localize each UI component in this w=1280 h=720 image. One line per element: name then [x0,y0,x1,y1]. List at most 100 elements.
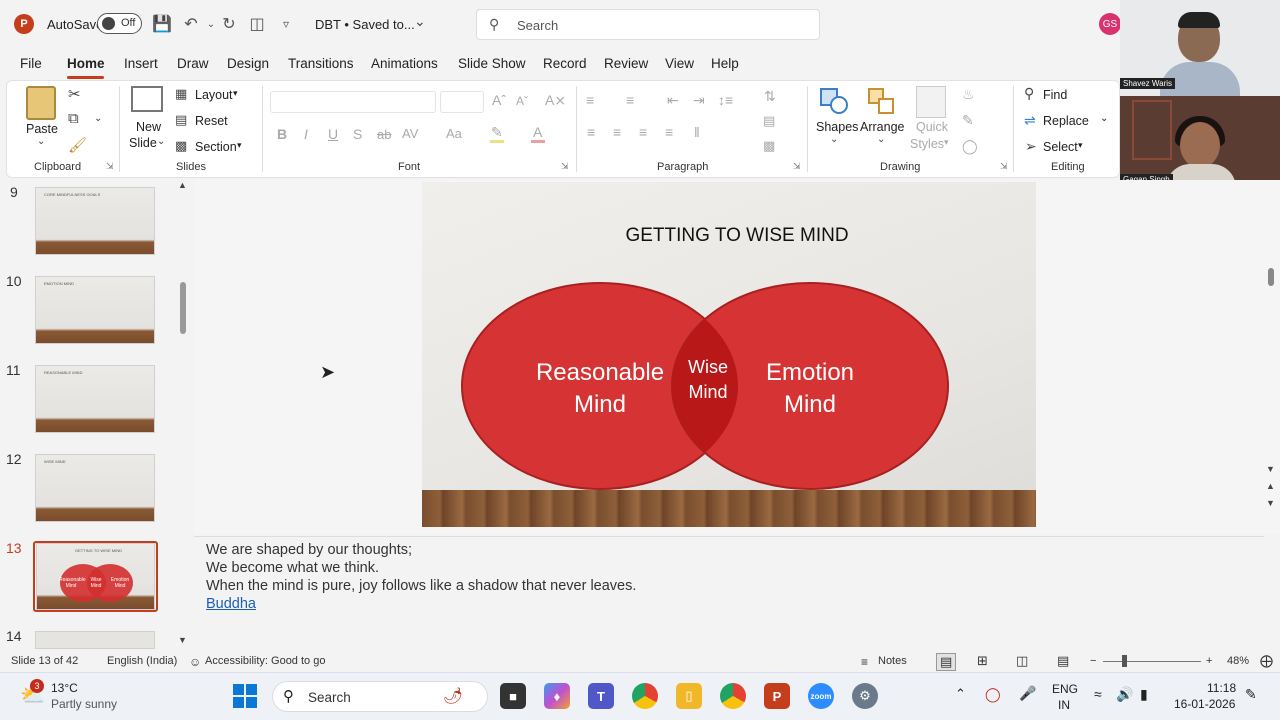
battery-icon[interactable]: ▮ [1140,686,1148,703]
quick-styles-chevron-icon[interactable]: ▾ [944,137,949,148]
undo-icon[interactable]: ↶ [180,13,202,35]
bullets-icon[interactable]: ≡ [586,92,594,108]
shape-fill-icon[interactable]: ♨ [962,86,975,103]
chevron-down-icon[interactable]: ⌄ [414,13,426,30]
chrome-profile-icon[interactable] [720,683,746,709]
zoom-app-icon[interactable]: zoom [808,683,834,709]
venn-diagram[interactable]: Reasonable Mind Wise Mind Emotion Mind [422,182,1036,527]
paste-chevron-icon[interactable]: ⌄ [37,136,45,147]
language-indicator[interactable]: English (India) [107,655,177,667]
new-slide-icon[interactable] [131,86,163,112]
tab-slide-show[interactable]: Slide Show [458,56,526,71]
paragraph-dialog-launcher-icon[interactable]: ⇲ [793,161,801,172]
slide-thumbnail-9[interactable]: CORE MINDFULNESS GOALS [35,187,155,255]
paste-button[interactable]: Paste [26,122,58,136]
quick-styles-icon[interactable] [916,86,946,118]
weather-temp[interactable]: 13°C [51,681,78,695]
chrome-icon[interactable] [632,683,658,709]
fit-slide-icon[interactable]: ⨁ [1260,653,1273,669]
align-left-icon[interactable]: ≡ [587,124,595,140]
drawing-dialog-launcher-icon[interactable]: ⇲ [1000,161,1008,172]
copilot-icon[interactable]: ♦ [544,683,570,709]
highlight-icon[interactable]: ✎ [491,124,503,141]
slide-show-icon[interactable]: ▤ [1057,653,1069,669]
save-icon[interactable]: 💾 [151,13,173,35]
italic-icon[interactable]: I [304,126,308,142]
tab-design[interactable]: Design [227,56,269,71]
tab-draw[interactable]: Draw [177,56,209,71]
layout-button[interactable]: Layout [195,88,233,102]
copy-chevron-icon[interactable]: ⌄ [94,113,102,124]
tab-insert[interactable]: Insert [124,56,158,71]
align-center-icon[interactable]: ≡ [613,124,621,140]
text-shadow-icon[interactable]: S [353,126,362,142]
reset-icon[interactable]: ▤ [175,112,187,128]
underline-icon[interactable]: U [328,126,338,142]
thumbnail-scrollbar[interactable]: ▲ ▼ [178,180,190,650]
line-spacing-icon[interactable]: ↕≡ [718,92,733,108]
cut-icon[interactable]: ✂ [68,85,81,103]
scrollbar-thumb[interactable] [180,282,186,334]
language-eng[interactable]: ENG [1052,682,1078,696]
text-direction-icon[interactable]: ⇅ [764,88,776,105]
font-name-box[interactable] [270,91,436,113]
dialog-launcher-icon[interactable]: ⇲ [106,161,114,172]
replace-icon[interactable]: ⇌ [1024,112,1036,129]
volume-icon[interactable]: 🔊 [1116,686,1133,703]
change-case-icon[interactable]: Aa [446,126,462,141]
settings-gear-icon[interactable]: ⚙ [852,683,878,709]
slide-counter[interactable]: Slide 13 of 42 [11,655,78,667]
redo-icon[interactable]: ↻ [218,13,240,35]
task-view-icon[interactable]: ■ [500,683,526,709]
tab-help[interactable]: Help [711,56,739,71]
shrink-font-icon[interactable]: Aˇ [516,94,528,108]
zoom-slider-thumb[interactable] [1122,655,1127,667]
numbering-icon[interactable]: ≡ [626,92,634,108]
slide-thumbnail-10[interactable]: EMOTION MIND [35,276,155,344]
normal-view-icon[interactable]: ▤ [936,653,957,671]
quick-styles-label[interactable]: Quick [916,120,948,134]
language-in[interactable]: IN [1058,698,1070,712]
present-icon[interactable]: ◫ [246,13,268,35]
replace-chevron-icon[interactable]: ⌄ [1100,113,1108,124]
columns-icon[interactable]: ‖ [694,124,700,140]
microphone-icon[interactable]: 🎤 [1019,685,1036,702]
quick-styles-label-2[interactable]: Styles [910,137,944,151]
scroll-down-icon[interactable]: ▼ [1266,464,1275,474]
font-dialog-launcher-icon[interactable]: ⇲ [561,161,569,172]
new-slide-label[interactable]: New [136,120,161,134]
justify-icon[interactable]: ≡ [665,124,673,140]
search-input[interactable]: ⚲ Search [476,9,820,40]
accessibility-status[interactable]: Accessibility: Good to go [205,655,325,667]
font-size-box[interactable] [440,91,484,113]
zoom-level[interactable]: 48% [1227,655,1249,667]
tab-transitions[interactable]: Transitions [288,56,354,71]
select-chevron-icon[interactable]: ▾ [1078,140,1083,151]
security-icon[interactable]: ◯ [985,686,1001,703]
wifi-icon[interactable]: ≈ [1094,686,1102,702]
arrange-chevron-icon[interactable]: ⌄ [877,134,885,145]
notification-icon[interactable]: ✎ [1245,686,1257,703]
copy-icon[interactable]: ⧉ [68,110,79,127]
new-slide-chevron-icon[interactable]: ⌄ [157,136,165,147]
slide-scrollbar[interactable]: ▼ ▲ ▼ [1264,180,1278,515]
tab-review[interactable]: Review [604,56,648,71]
format-painter-icon[interactable]: 🖌 [68,136,87,154]
autosave-toggle[interactable]: Off [97,13,142,34]
arrange-button[interactable]: Arrange [860,120,904,134]
current-slide[interactable]: GETTING TO WISE MIND Reasonable Mind Wis… [422,182,1036,527]
strikethrough-icon[interactable]: ab [377,127,391,142]
select-button[interactable]: Select [1043,140,1078,154]
notes-link[interactable]: Buddha [206,596,256,612]
align-text-icon[interactable]: ▤ [763,113,775,129]
shapes-button[interactable]: Shapes [816,120,858,134]
replace-button[interactable]: Replace [1043,114,1089,128]
increase-indent-icon[interactable]: ⇥ [693,92,705,109]
tab-file[interactable]: File [20,56,42,71]
align-right-icon[interactable]: ≡ [639,124,647,140]
section-chevron-icon[interactable]: ▾ [237,140,242,151]
powerpoint-taskbar-icon[interactable]: P [764,683,790,709]
document-title[interactable]: DBT • Saved to... [315,17,415,32]
shape-outline-icon[interactable]: ✎ [962,112,974,129]
slide-sorter-icon[interactable]: ⊞ [977,653,988,669]
